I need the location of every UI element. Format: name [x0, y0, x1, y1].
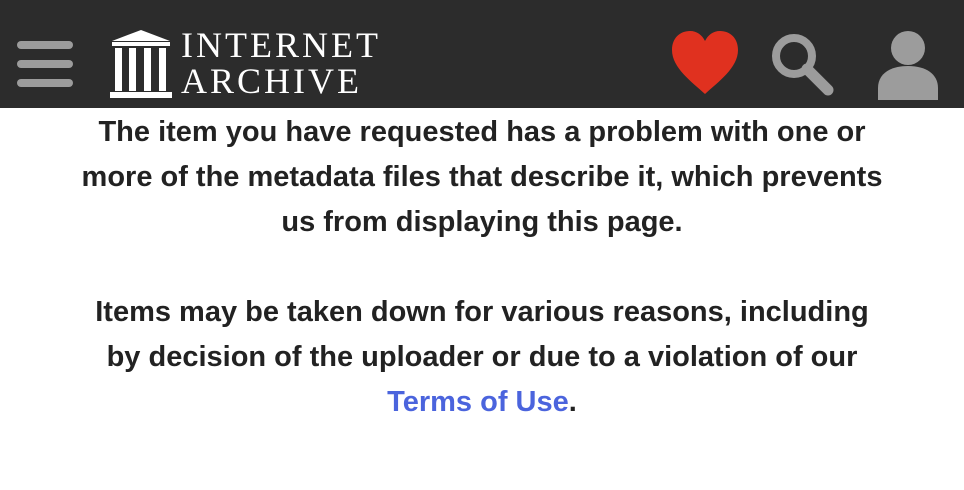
user-icon[interactable]: [876, 30, 940, 100]
error-message: The item you have requested has a proble…: [0, 108, 964, 425]
terms-of-use-link[interactable]: Terms of Use: [387, 386, 569, 418]
takedown-reasons-text: Items may be taken down for various reas…: [80, 290, 884, 425]
logo-text-internet: INTERNET: [181, 25, 381, 65]
internet-archive-logo[interactable]: INTERNET ARCHIVE: [110, 25, 410, 101]
logo-text-archive: ARCHIVE: [181, 61, 362, 101]
takedown-reasons-body: Items may be taken down for various reas…: [95, 296, 869, 373]
search-icon[interactable]: [770, 32, 834, 96]
metadata-problem-text: The item you have requested has a proble…: [81, 116, 883, 238]
internet-archive-logo-icon: [110, 30, 172, 98]
heart-icon[interactable]: [670, 30, 740, 96]
menu-icon[interactable]: [17, 41, 73, 87]
top-navigation-bar: INTERNET ARCHIVE: [0, 0, 964, 108]
sentence-end-period: .: [568, 386, 577, 418]
